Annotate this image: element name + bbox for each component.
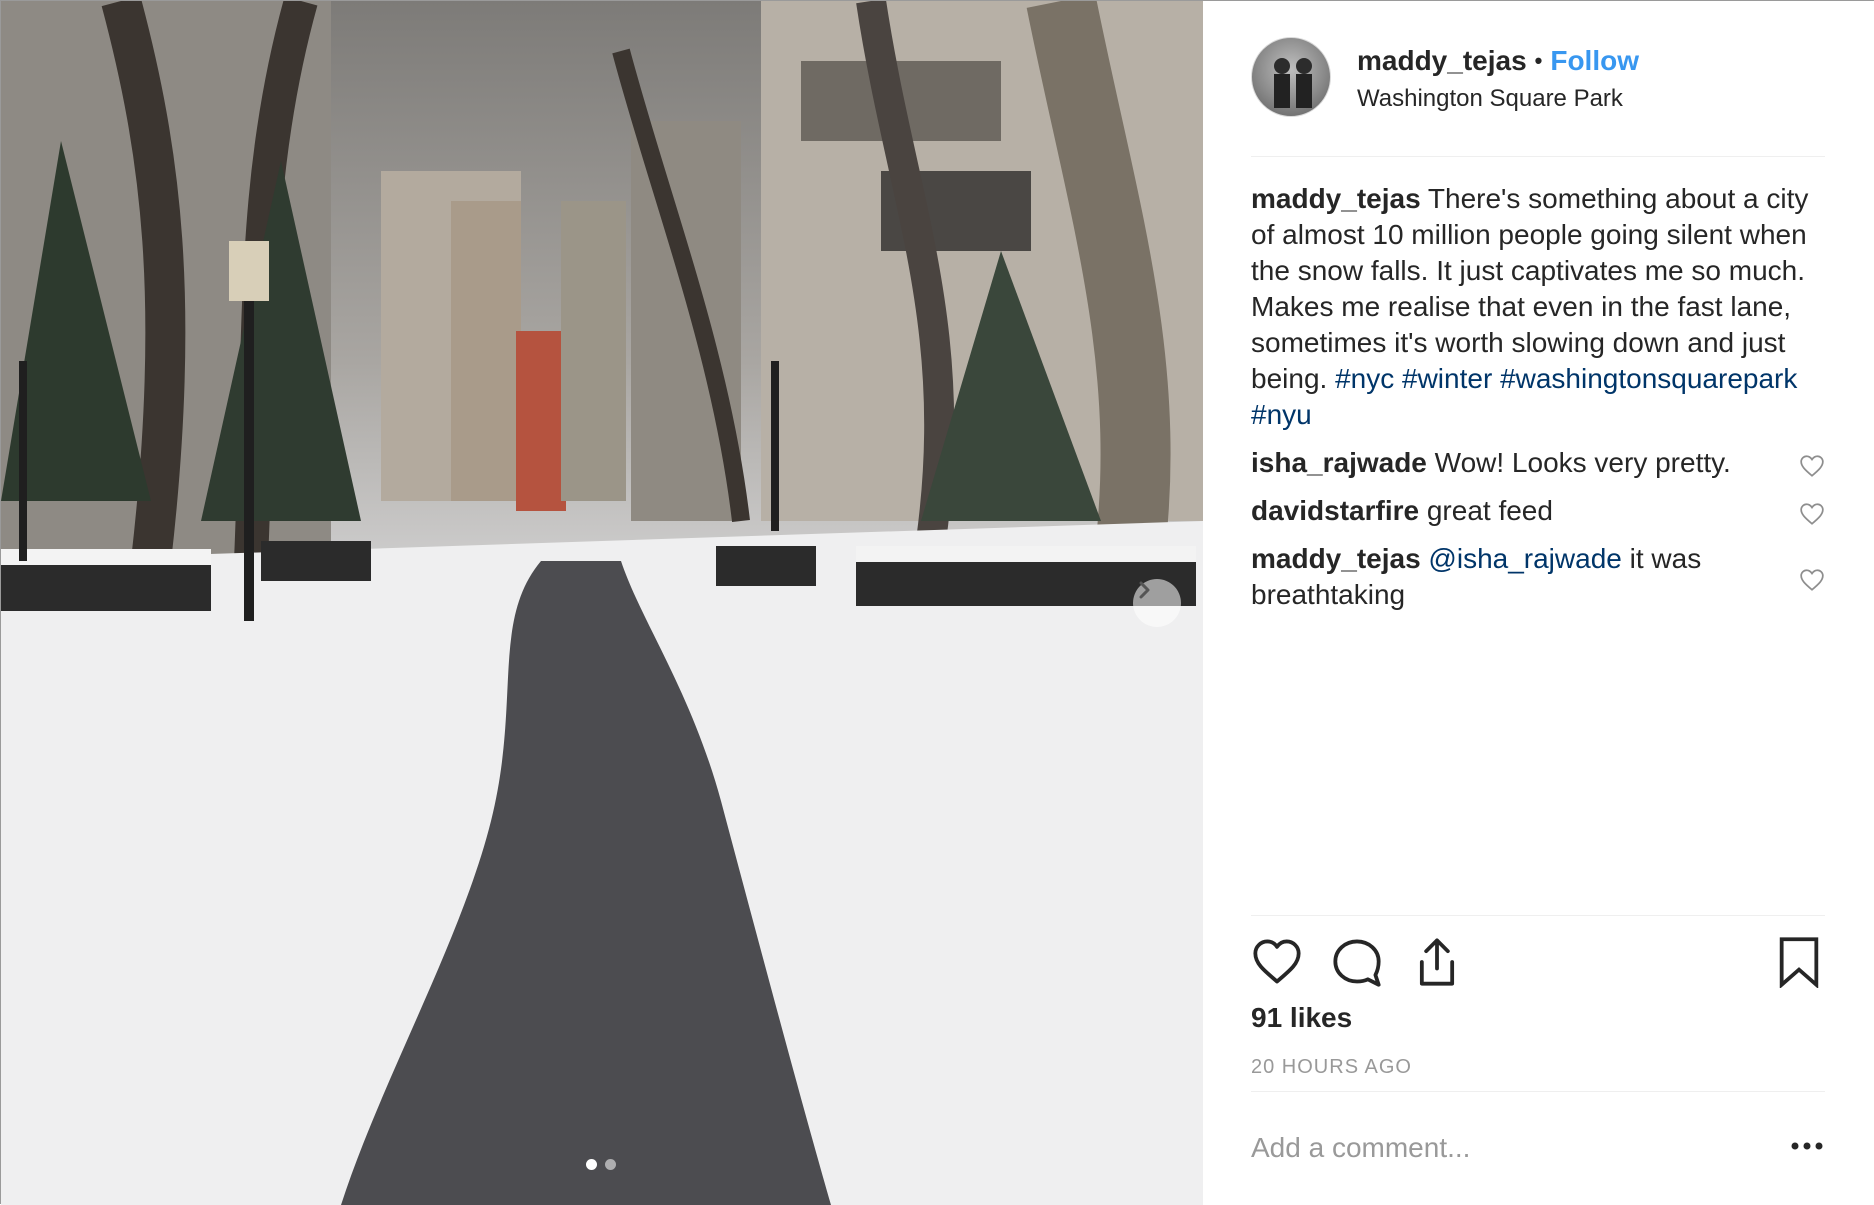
- heart-outline-icon[interactable]: [1251, 936, 1303, 988]
- carousel-dot-active: [586, 1159, 597, 1170]
- comments-list: maddy_tejas There's something about a ci…: [1251, 181, 1825, 613]
- ellipsis-icon[interactable]: [1789, 1136, 1825, 1156]
- comment-like-icon[interactable]: [1799, 567, 1825, 593]
- post-author-username[interactable]: maddy_tejas: [1357, 45, 1527, 77]
- comment-mention[interactable]: @isha_rajwade: [1428, 543, 1621, 574]
- hashtag[interactable]: #nyc: [1335, 363, 1394, 394]
- follow-button[interactable]: Follow: [1550, 45, 1639, 77]
- caption-username[interactable]: maddy_tejas: [1251, 183, 1421, 214]
- hashtag[interactable]: #washingtonsquarepark: [1500, 363, 1797, 394]
- hashtag[interactable]: #winter: [1402, 363, 1492, 394]
- post-location[interactable]: Washington Square Park: [1357, 85, 1623, 113]
- comment-item: isha_rajwade Wow! Looks very pretty.: [1251, 445, 1825, 481]
- carousel-indicator: [586, 1159, 616, 1170]
- comment-like-icon[interactable]: [1799, 501, 1825, 527]
- post-actions: 91 likes 20 HOURS AGO: [1251, 915, 1825, 1078]
- comment-username[interactable]: maddy_tejas: [1251, 543, 1421, 574]
- comment-username[interactable]: davidstarfire: [1251, 495, 1419, 526]
- post-modal: maddy_tejas • Follow Washington Square P…: [0, 0, 1874, 1205]
- carousel-dot: [605, 1159, 616, 1170]
- post-photo[interactable]: [1, 1, 1203, 1205]
- carousel-next-button[interactable]: [1133, 579, 1181, 627]
- add-comment-input[interactable]: [1251, 1128, 1751, 1168]
- chevron-right-icon: [1139, 581, 1150, 599]
- avatar[interactable]: [1251, 37, 1331, 117]
- snowy-park-image: [1, 1, 1203, 1205]
- speech-bubble-icon[interactable]: [1331, 936, 1383, 988]
- avatar-image: [1274, 58, 1312, 108]
- comment-text: Wow! Looks very pretty.: [1426, 447, 1731, 478]
- post-side-panel: maddy_tejas • Follow Washington Square P…: [1203, 1, 1874, 1205]
- post-timestamp[interactable]: 20 HOURS AGO: [1251, 1056, 1412, 1079]
- comment-like-icon[interactable]: [1799, 453, 1825, 479]
- header-title-row: maddy_tejas • Follow: [1357, 45, 1639, 77]
- post-header: maddy_tejas • Follow Washington Square P…: [1251, 37, 1825, 157]
- post-caption: maddy_tejas There's something about a ci…: [1251, 181, 1825, 433]
- comment-item: davidstarfire great feed: [1251, 493, 1825, 529]
- comment-text: great feed: [1419, 495, 1553, 526]
- add-comment-bar: [1251, 1091, 1825, 1205]
- share-upload-icon[interactable]: [1411, 936, 1463, 988]
- likes-count[interactable]: 91 likes: [1251, 1002, 1352, 1034]
- comment-item: maddy_tejas @isha_rajwade it was breatht…: [1251, 541, 1825, 613]
- bookmark-icon[interactable]: [1773, 936, 1825, 988]
- header-separator: •: [1534, 48, 1543, 73]
- comment-username[interactable]: isha_rajwade: [1251, 447, 1427, 478]
- hashtag[interactable]: #nyu: [1251, 399, 1312, 430]
